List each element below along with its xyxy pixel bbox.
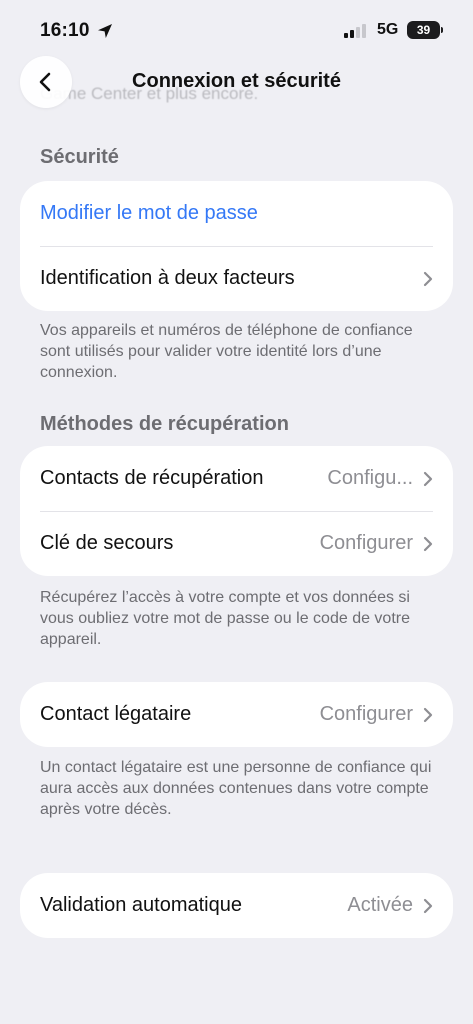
legacy-contact-row[interactable]: Contact légataire Configurer	[20, 682, 453, 747]
navigation-bar: Connexion et sécurité	[0, 56, 473, 114]
chevron-right-icon	[423, 271, 433, 286]
battery-icon: 39	[407, 21, 440, 39]
recovery-key-value: Configurer	[319, 532, 413, 554]
battery-tip	[441, 27, 443, 33]
chevron-right-icon	[423, 898, 433, 913]
battery-percent: 39	[416, 23, 431, 37]
auto-validation-card: Validation automatique Activée	[20, 873, 453, 938]
page-title: Connexion et sécurité	[132, 70, 341, 92]
security-footnote: Vos appareils et numéros de téléphone de…	[40, 322, 413, 381]
legacy-card: Contact légataire Configurer	[20, 682, 453, 747]
change-password-link[interactable]: Modifier le mot de passe	[40, 202, 258, 225]
security-card: Modifier le mot de passe Identification …	[20, 181, 453, 311]
back-button[interactable]	[20, 56, 72, 108]
section-header-recovery: Méthodes de récupération	[40, 413, 289, 435]
two-factor-row[interactable]: Identification à deux facteurs	[20, 246, 453, 311]
status-bar: 16:10 5G 39	[0, 0, 473, 60]
recovery-contacts-label: Contacts de récupération	[40, 467, 264, 489]
recovery-contacts-value: Configu...	[327, 467, 413, 489]
recovery-footnote: Récupérez l’accès à votre compte et vos …	[40, 589, 410, 648]
status-time: 16:10	[40, 20, 90, 41]
cellular-signal-icon	[344, 24, 366, 38]
chevron-right-icon	[423, 707, 433, 722]
recovery-key-row[interactable]: Clé de secours Configurer	[20, 511, 453, 576]
auto-validation-value: Activée	[347, 894, 413, 916]
two-factor-label: Identification à deux facteurs	[40, 267, 295, 289]
auto-validation-row[interactable]: Validation automatique Activée	[20, 873, 453, 938]
legacy-contact-label: Contact légataire	[40, 703, 192, 725]
change-password-row[interactable]: Modifier le mot de passe	[20, 181, 453, 246]
auto-validation-label: Validation automatique	[40, 894, 242, 916]
recovery-key-label: Clé de secours	[40, 532, 174, 554]
chevron-left-icon	[39, 72, 51, 92]
section-header-security: Sécurité	[40, 146, 119, 168]
recovery-card: Contacts de récupération Configu... Clé …	[20, 446, 453, 576]
location-arrow-icon	[98, 24, 112, 38]
chevron-right-icon	[423, 536, 433, 551]
legacy-contact-value: Configurer	[319, 703, 413, 725]
recovery-contacts-row[interactable]: Contacts de récupération Configu...	[20, 446, 453, 511]
network-type: 5G	[377, 21, 399, 38]
chevron-right-icon	[423, 471, 433, 486]
legacy-footnote: Un contact légataire est une personne de…	[40, 759, 432, 818]
